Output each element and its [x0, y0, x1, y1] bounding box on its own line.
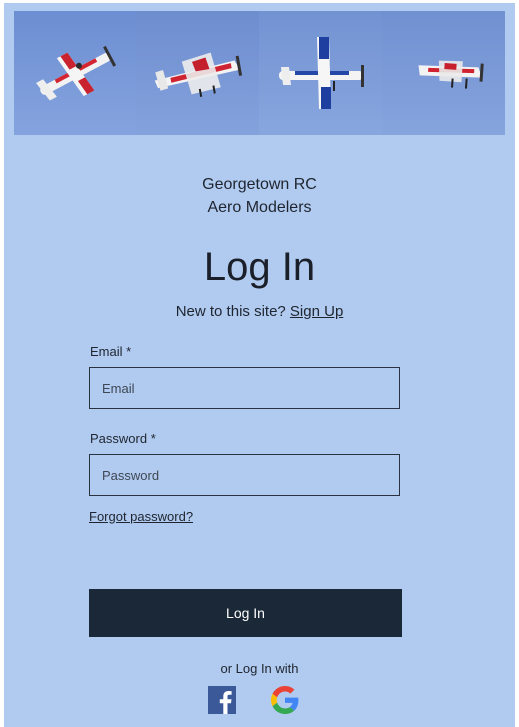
google-icon: [271, 686, 299, 714]
banner-photo-plane-2: [136, 11, 259, 135]
signup-prompt-text: New to this site?: [175, 303, 286, 320]
social-login-prompt: or Log In with: [220, 661, 299, 676]
password-field[interactable]: [89, 454, 400, 496]
facebook-icon: [208, 686, 236, 714]
airplane-icon: [154, 52, 243, 97]
signup-prompt: New to this site? Sign Up: [4, 301, 515, 323]
banner-photo-plane-3: [259, 11, 382, 135]
airplane-icon: [279, 37, 364, 109]
facebook-login-button[interactable]: [208, 686, 236, 714]
banner-photo-plane-4: [382, 11, 505, 135]
log-in-button[interactable]: Log In: [89, 589, 402, 637]
password-label: Password *: [90, 431, 156, 446]
airplane-icon: [418, 60, 484, 89]
email-field[interactable]: [89, 367, 400, 409]
site-name-line-2: Aero Modelers: [207, 199, 312, 216]
site-name-line-1: Georgetown RC: [202, 176, 317, 193]
signup-link[interactable]: Sign Up: [290, 303, 343, 320]
header-banner: [14, 11, 505, 135]
forgot-password-link[interactable]: Forgot password?: [89, 508, 193, 526]
google-login-button[interactable]: [271, 686, 299, 714]
page-title: Log In: [203, 245, 316, 289]
banner-photo-plane-1: [14, 11, 137, 135]
email-label: Email *: [90, 344, 132, 359]
page-frame: Georgetown RC Aero Modelers Log In New t…: [4, 3, 515, 727]
airplane-icon: [35, 45, 117, 101]
